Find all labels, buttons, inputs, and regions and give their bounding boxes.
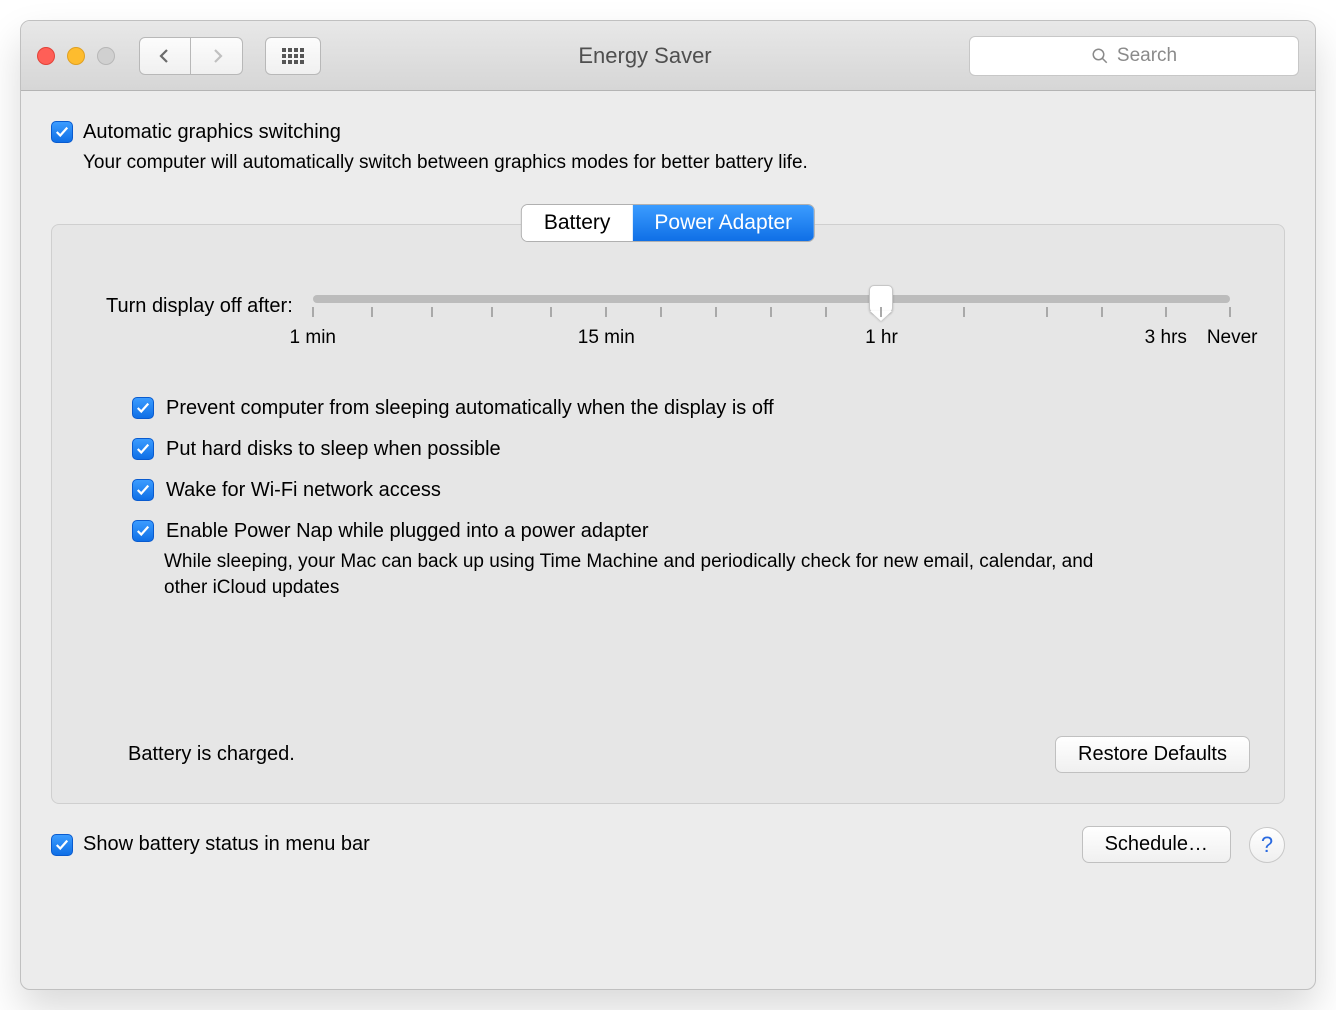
show-battery-checkbox[interactable] <box>51 834 73 856</box>
back-button[interactable] <box>139 37 191 75</box>
show-battery-label: Show battery status in menu bar <box>83 833 370 856</box>
zoom-window-button <box>97 47 115 65</box>
help-icon: ? <box>1261 832 1273 858</box>
window-title: Energy Saver <box>333 43 957 69</box>
tab-battery[interactable]: Battery <box>522 205 633 241</box>
show-battery-row: Show battery status in menu bar <box>51 833 370 856</box>
bottom-bar: Show battery status in menu bar Schedule… <box>51 826 1285 863</box>
help-button[interactable]: ? <box>1249 827 1285 863</box>
titlebar: Energy Saver Search <box>21 21 1315 91</box>
search-input[interactable]: Search <box>969 36 1299 76</box>
wake-wifi-checkbox[interactable] <box>132 479 154 501</box>
panel: Turn display off after: <box>51 224 1285 804</box>
tab-power-adapter[interactable]: Power Adapter <box>632 205 814 241</box>
checkmark-icon <box>55 125 69 139</box>
search-placeholder: Search <box>1117 45 1177 67</box>
automatic-graphics-checkbox[interactable] <box>51 121 73 143</box>
wake-wifi-label: Wake for Wi-Fi network access <box>166 479 441 502</box>
tab-panel: Battery Power Adapter Turn display off a… <box>51 224 1285 804</box>
automatic-graphics-description: Your computer will automatically switch … <box>83 152 1285 174</box>
tick-1hr: 1 hr <box>865 327 898 349</box>
power-nap-label: Enable Power Nap while plugged into a po… <box>166 520 649 543</box>
checkmark-icon <box>136 524 150 538</box>
hard-disks-label: Put hard disks to sleep when possible <box>166 438 501 461</box>
traffic-lights <box>37 47 115 65</box>
slider-ticks <box>313 307 1230 321</box>
nav-group <box>139 37 243 75</box>
power-nap-description: While sleeping, your Mac can back up usi… <box>164 549 1124 600</box>
battery-status: Battery is charged. <box>128 743 295 766</box>
tick-never: Never <box>1207 327 1258 349</box>
forward-button[interactable] <box>191 37 243 75</box>
checkmark-icon <box>136 442 150 456</box>
prevent-sleep-row: Prevent computer from sleeping automatic… <box>132 397 1230 420</box>
automatic-graphics-row: Automatic graphics switching <box>51 121 1285 144</box>
tick-1min: 1 min <box>290 327 336 349</box>
automatic-graphics-label: Automatic graphics switching <box>83 121 341 144</box>
tabs: Battery Power Adapter <box>521 204 815 242</box>
show-all-button[interactable] <box>265 37 321 75</box>
minimize-window-button[interactable] <box>67 47 85 65</box>
prevent-sleep-checkbox[interactable] <box>132 397 154 419</box>
power-nap-checkbox[interactable] <box>132 520 154 542</box>
checkmark-icon <box>55 838 69 852</box>
window: Energy Saver Search Automatic graphics s… <box>20 20 1316 990</box>
checkmark-icon <box>136 401 150 415</box>
schedule-button[interactable]: Schedule… <box>1082 826 1231 863</box>
power-nap-row: Enable Power Nap while plugged into a po… <box>132 520 1230 543</box>
display-off-label: Turn display off after: <box>106 295 293 318</box>
slider-tick-labels: 1 min 15 min 1 hr 3 hrs Never <box>313 327 1230 353</box>
grid-icon <box>282 48 304 64</box>
chevron-left-icon <box>157 48 173 64</box>
tick-15min: 15 min <box>578 327 635 349</box>
prevent-sleep-label: Prevent computer from sleeping automatic… <box>166 397 774 420</box>
tick-3hrs: 3 hrs <box>1145 327 1187 349</box>
checkmark-icon <box>136 483 150 497</box>
display-off-slider-row: Turn display off after: <box>106 295 1230 353</box>
close-window-button[interactable] <box>37 47 55 65</box>
content: Automatic graphics switching Your comput… <box>21 91 1315 989</box>
options-list: Prevent computer from sleeping automatic… <box>106 397 1230 600</box>
panel-footer: Battery is charged. Restore Defaults <box>128 736 1250 773</box>
restore-defaults-button[interactable]: Restore Defaults <box>1055 736 1250 773</box>
chevron-right-icon <box>209 48 225 64</box>
display-off-slider[interactable]: 1 min 15 min 1 hr 3 hrs Never <box>313 295 1230 353</box>
hard-disks-row: Put hard disks to sleep when possible <box>132 438 1230 461</box>
wake-wifi-row: Wake for Wi-Fi network access <box>132 479 1230 502</box>
search-icon <box>1091 47 1109 65</box>
bottom-right: Schedule… ? <box>1082 826 1285 863</box>
slider-track <box>313 295 1230 303</box>
hard-disks-checkbox[interactable] <box>132 438 154 460</box>
